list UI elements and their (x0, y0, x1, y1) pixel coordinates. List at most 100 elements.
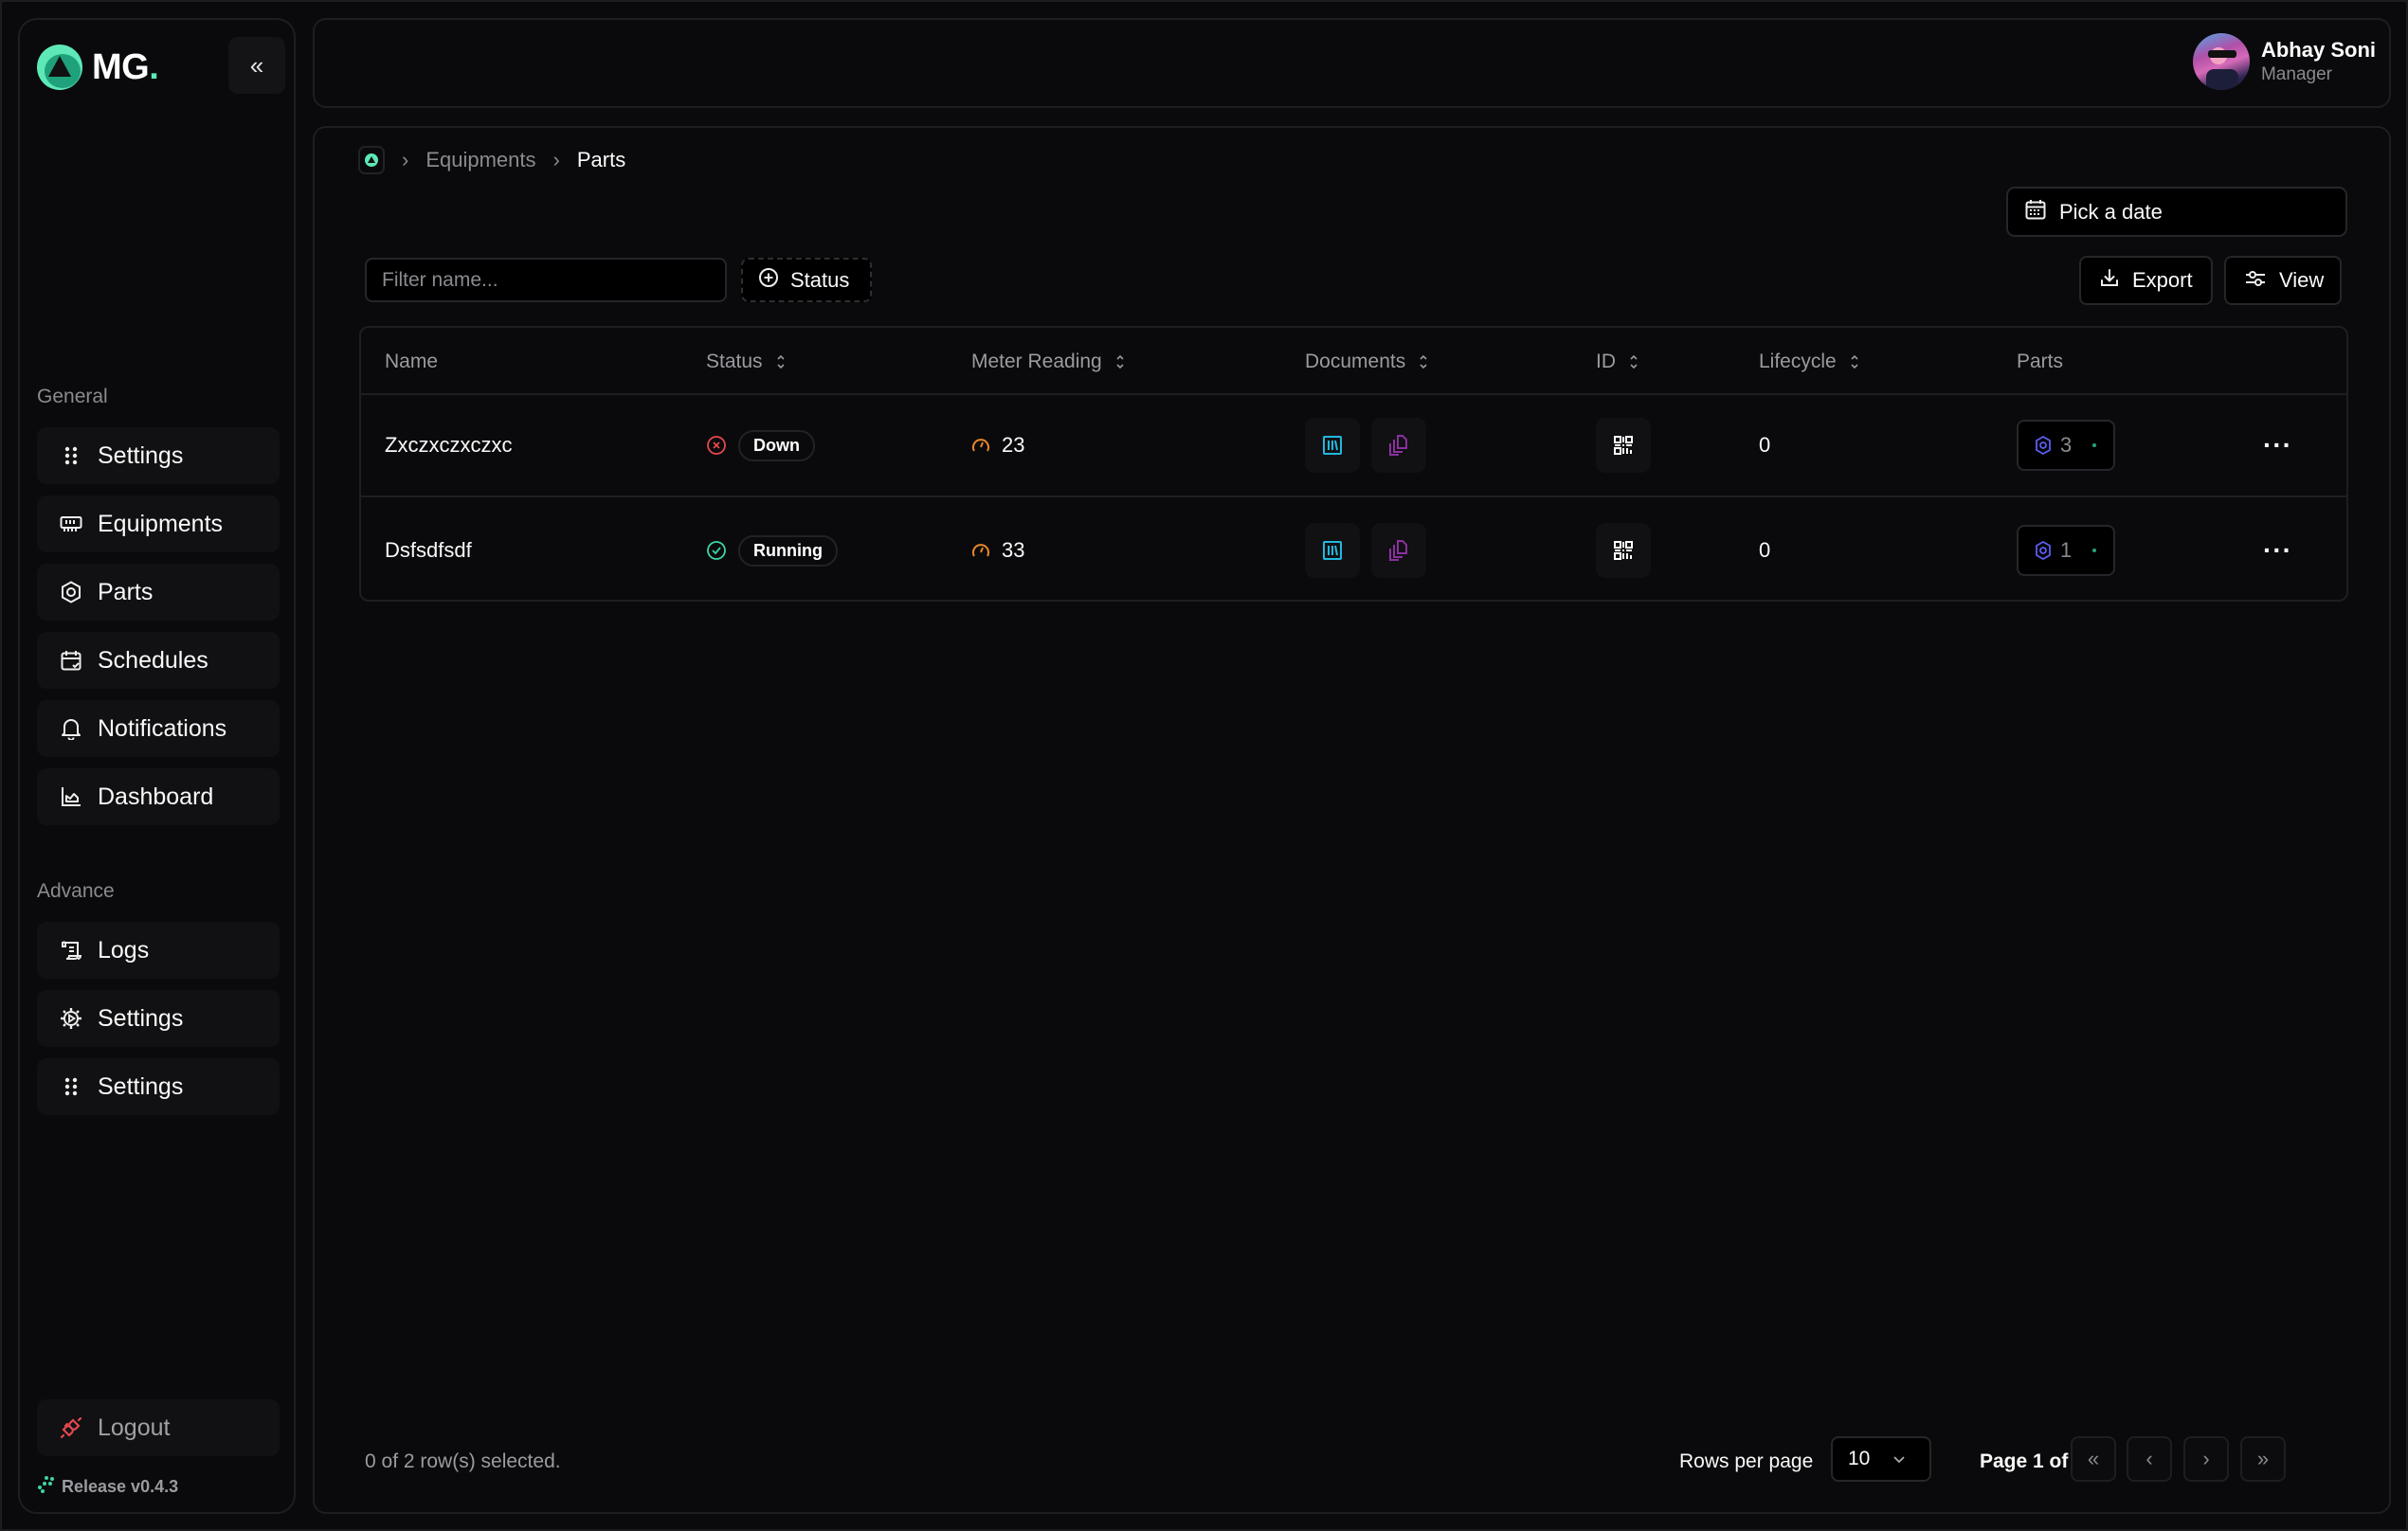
date-picker-button[interactable]: Pick a date (2006, 187, 2347, 237)
chart-area-icon (60, 785, 82, 808)
chevrons-left-icon: « (249, 50, 264, 80)
sidebar-item-settings[interactable]: Settings (37, 427, 280, 484)
logout-button[interactable]: Logout (37, 1399, 280, 1456)
sidebar-item-logs[interactable]: Logs (37, 922, 280, 979)
cell-lifecycle: 0 (1759, 538, 1771, 562)
chevron-right-icon: › (402, 148, 409, 171)
table-header: Name Status Meter Reading Documents ID L… (361, 328, 2346, 395)
sliders-icon (2245, 268, 2266, 293)
column-header-id[interactable]: ID (1596, 351, 1639, 373)
qr-code-button[interactable] (1596, 523, 1651, 578)
brand-name: MG. (92, 46, 159, 87)
user-role: Manager (2260, 64, 2332, 84)
selection-info: 0 of 2 row(s) selected. (365, 1450, 561, 1472)
column-header-status[interactable]: Status (706, 351, 786, 373)
chevrons-right-icon: » (2256, 1447, 2270, 1470)
cell-meter-reading: 33 (971, 499, 1024, 602)
date-picker-label: Pick a date (2059, 199, 2163, 224)
collapse-sidebar-button[interactable]: « (228, 37, 285, 94)
filter-name-input[interactable] (365, 258, 727, 302)
breadcrumb-home[interactable] (358, 146, 385, 174)
chevron-right-icon: › (552, 148, 560, 171)
sidebar-item-label: Logs (98, 936, 150, 964)
x-circle-icon (706, 435, 727, 456)
cell-id (1596, 499, 1662, 602)
cell-name: Zxczxczxczxc (385, 433, 513, 457)
last-page-button[interactable]: » (2240, 1436, 2286, 1482)
files-button[interactable] (1371, 523, 1426, 578)
sidebar-item-parts[interactable]: Parts (37, 564, 280, 621)
table-row[interactable]: Zxczxczxczxc Down 23 0 3 ··· (361, 395, 2346, 497)
column-header-parts: Parts (2017, 351, 2064, 372)
page-info: Page 1 of 1 (1980, 1450, 2085, 1472)
chevron-left-icon: ‹ (2145, 1447, 2153, 1470)
sidebar-item-label: Dashboard (98, 783, 214, 810)
cog-play-icon (60, 1007, 82, 1030)
equipment-table: Name Status Meter Reading Documents ID L… (359, 326, 2348, 602)
qr-code-button[interactable] (1596, 418, 1651, 473)
parts-button[interactable]: 3 (2017, 420, 2116, 471)
sidebar-item-schedules[interactable]: Schedules (37, 632, 280, 689)
library-icon (1323, 436, 1342, 455)
view-options-button[interactable]: View (2224, 256, 2342, 305)
sidebar-item-notifications[interactable]: Notifications (37, 700, 280, 757)
next-page-button[interactable]: › (2183, 1436, 2229, 1482)
logout-label: Logout (98, 1414, 171, 1441)
download-icon (2100, 268, 2119, 293)
column-header-meter-reading[interactable]: Meter Reading (971, 351, 1125, 373)
row-actions-button[interactable]: ··· (2263, 395, 2292, 495)
cell-name: Dsfsdfsdf (385, 538, 472, 562)
scroll-icon (60, 939, 82, 962)
status-filter-label: Status (790, 267, 850, 292)
row-actions-button[interactable]: ··· (2263, 499, 2292, 602)
sidebar-item-equipments[interactable]: Equipments (37, 495, 280, 552)
sort-icon (1419, 353, 1428, 370)
export-button[interactable]: Export (2079, 256, 2213, 305)
plus-circle-icon (758, 267, 779, 294)
unplug-icon (60, 1416, 82, 1439)
files-icon (1389, 540, 1407, 561)
sidebar-item-label: Settings (98, 1004, 184, 1032)
breadcrumb-equipments[interactable]: Equipments (425, 148, 535, 172)
status-filter-button[interactable]: Status (741, 258, 872, 302)
status-badge: Running (738, 534, 838, 567)
sidebar-item-settings-2[interactable]: Settings (37, 1058, 280, 1115)
status-badge: Down (738, 429, 815, 461)
first-page-button[interactable]: « (2071, 1436, 2116, 1482)
user-menu[interactable]: Abhay Soni Manager (2192, 33, 2376, 90)
parts-button[interactable]: 1 (2017, 525, 2116, 576)
sort-icon (776, 353, 786, 370)
library-button[interactable] (1305, 418, 1360, 473)
library-icon (1323, 541, 1342, 560)
sort-icon (1850, 353, 1859, 370)
sidebar-item-dashboard[interactable]: Dashboard (37, 768, 280, 825)
dots-icon (37, 1475, 54, 1499)
release-version: Release v0.4.3 (37, 1475, 178, 1499)
sidebar-item-settings-advanced[interactable]: Settings (37, 990, 280, 1047)
avatar (2192, 33, 2250, 90)
check-circle-icon (706, 540, 727, 561)
cell-status: Down (706, 395, 815, 495)
rows-per-page-select[interactable]: 10 (1831, 1436, 1931, 1482)
main-panel: › Equipments › Parts Pick a date Status … (313, 126, 2391, 1514)
qr-code-icon (1614, 436, 1633, 455)
brand-logo[interactable]: MG. (37, 45, 159, 90)
sidebar-item-label: Notifications (98, 714, 227, 742)
sort-icon (1115, 353, 1125, 370)
previous-page-button[interactable]: ‹ (2127, 1436, 2172, 1482)
column-header-documents[interactable]: Documents (1305, 351, 1428, 373)
files-icon (1389, 435, 1407, 456)
breadcrumb: › Equipments › Parts (358, 146, 625, 174)
status-dot (2092, 549, 2097, 552)
table-row[interactable]: Dsfsdfsdf Running 33 0 1 ··· (361, 499, 2346, 602)
hexagon-nut-icon (2036, 436, 2051, 455)
column-header-name[interactable]: Name (385, 351, 438, 373)
cell-meter-reading: 23 (971, 395, 1024, 495)
column-header-lifecycle[interactable]: Lifecycle (1759, 351, 1859, 373)
library-button[interactable] (1305, 523, 1360, 578)
cell-parts: 3 (2017, 395, 2116, 495)
grip-icon (60, 444, 82, 467)
bell-icon (60, 717, 82, 740)
cell-parts: 1 (2017, 499, 2116, 602)
files-button[interactable] (1371, 418, 1426, 473)
